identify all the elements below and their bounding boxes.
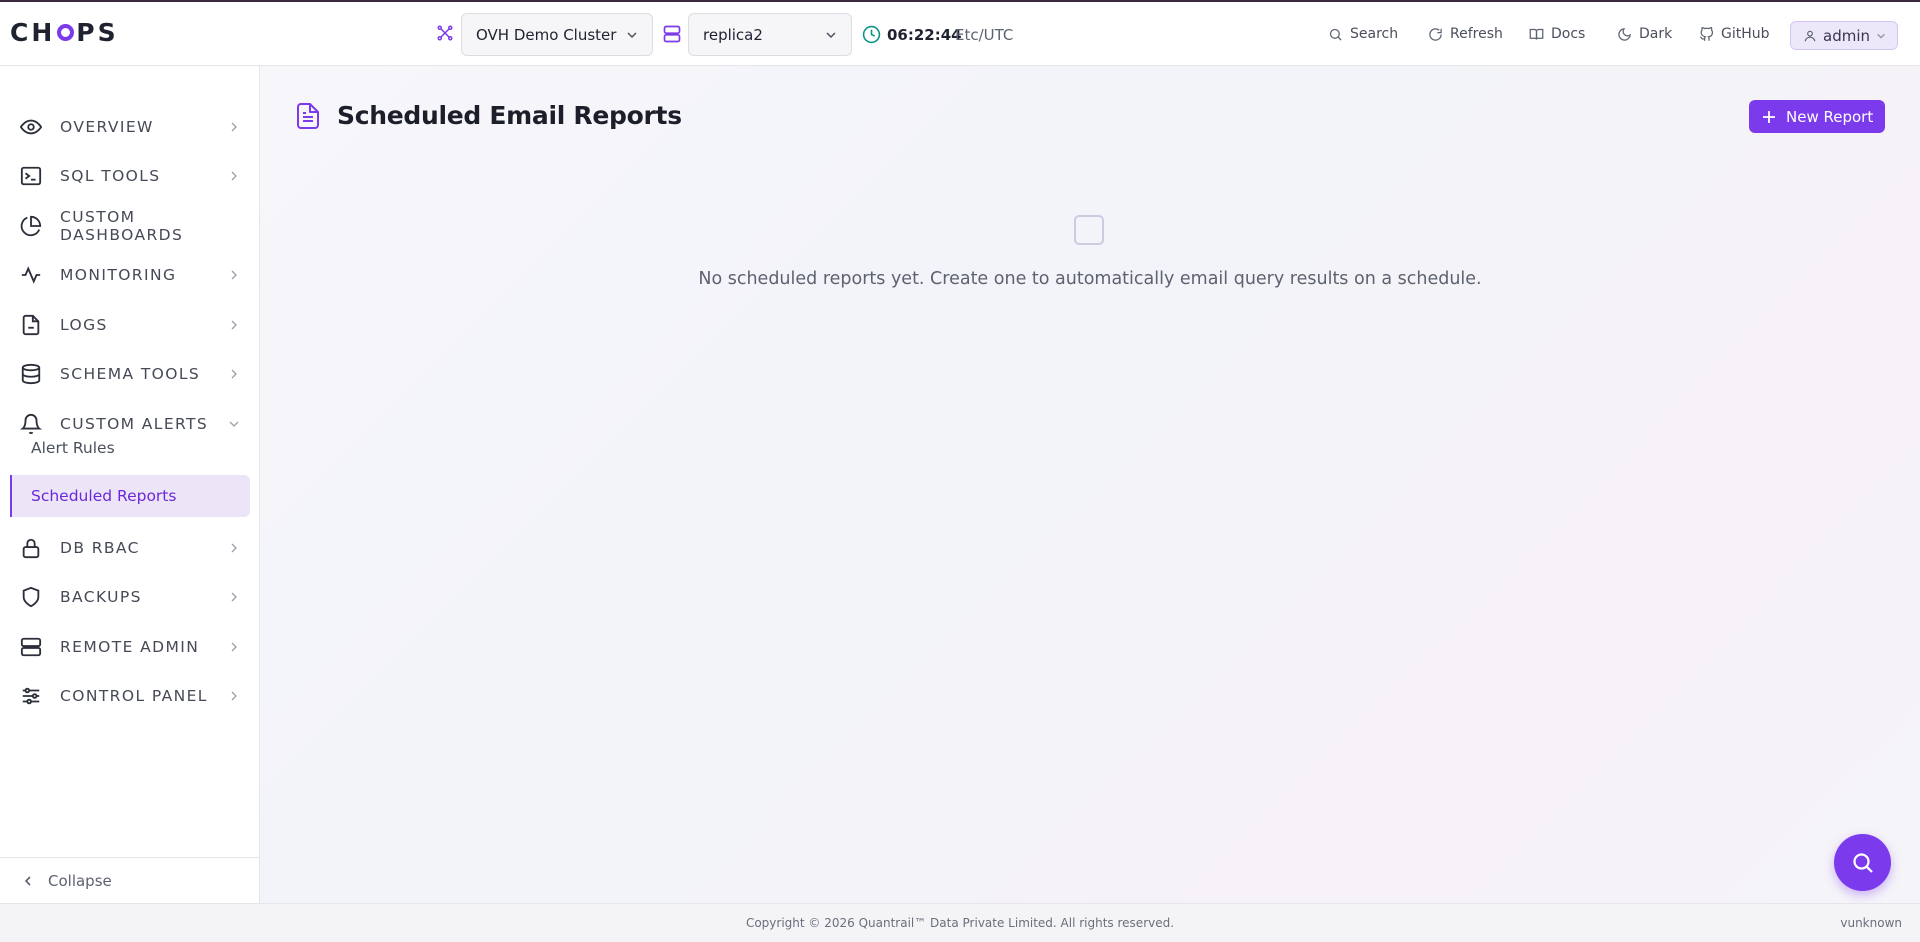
docs-button-label: Docs — [1551, 26, 1586, 42]
version-label: vunknown — [1840, 916, 1902, 930]
clock-icon — [862, 25, 881, 44]
sidebar-item-control-panel[interactable]: CONTROL PANEL — [0, 674, 259, 718]
sidebar-item-label: BACKUPS — [60, 588, 142, 606]
sidebar-item-logs[interactable]: LOGS — [0, 303, 259, 347]
github-icon — [1699, 26, 1714, 41]
sidebar-item-label: MONITORING — [60, 266, 177, 284]
chevron-right-icon — [231, 592, 237, 602]
refresh-icon — [1429, 27, 1442, 41]
new-report-button[interactable]: New Report — [1749, 100, 1885, 133]
sidebar-item-label: REMOTE ADMIN — [60, 638, 200, 656]
server-icon — [663, 25, 681, 43]
sliders-icon — [22, 687, 40, 705]
timezone-label: Etc/UTC — [955, 26, 1014, 44]
new-report-label: New Report — [1786, 107, 1874, 126]
chevron-right-icon — [231, 320, 237, 330]
docs-button[interactable]: Docs — [1529, 26, 1585, 42]
logo-text-start: CH — [10, 17, 56, 47]
sidebar: OVERVIEW SQL TOOLS CUSTOM DASHBOARDS MON… — [0, 66, 260, 903]
cluster-select-value: OVH Demo Cluster — [476, 25, 617, 44]
database-icon — [21, 363, 41, 385]
user-menu[interactable]: admin — [1790, 21, 1898, 50]
empty-state-message: No scheduled reports yet. Create one to … — [698, 269, 1482, 289]
floating-search-button[interactable] — [1834, 834, 1891, 891]
sidebar-item-label: LOGS — [60, 316, 108, 334]
sidebar-item-schema-tools[interactable]: SCHEMA TOOLS — [0, 352, 259, 396]
cluster-select[interactable]: OVH Demo Cluster — [461, 13, 653, 56]
sidebar-item-label: DB RBAC — [60, 539, 140, 557]
sidebar-item-monitoring[interactable]: MONITORING — [0, 253, 259, 297]
collapse-sidebar-button[interactable]: Collapse — [0, 857, 259, 903]
replica-select[interactable]: replica2 — [688, 13, 852, 56]
shield-icon — [22, 586, 40, 608]
chevron-right-icon — [231, 642, 237, 652]
chevron-down-icon — [826, 32, 836, 39]
github-button[interactable]: GitHub — [1699, 26, 1770, 42]
top-header: CH PS OVH Demo Cluster replica2 06:22:44… — [0, 2, 1920, 66]
chevron-right-icon — [231, 369, 237, 379]
refresh-button-label: Refresh — [1450, 26, 1503, 42]
chevron-left-icon — [24, 875, 31, 886]
chevron-right-icon — [231, 543, 237, 553]
github-button-label: GitHub — [1721, 26, 1770, 42]
chevron-right-icon — [231, 691, 237, 701]
sidebar-subitem-label: Scheduled Reports — [31, 487, 177, 505]
sidebar-item-label: SQL TOOLS — [60, 167, 161, 185]
current-time: 06:22:44 — [887, 26, 962, 44]
document-icon — [297, 103, 319, 129]
sidebar-item-label: OVERVIEW — [60, 118, 154, 136]
eye-icon — [20, 119, 42, 135]
plus-icon — [1763, 110, 1775, 123]
lock-icon — [22, 538, 40, 559]
sidebar-item-db-rbac[interactable]: DB RBAC — [0, 526, 259, 570]
logo-text-end: PS — [76, 17, 119, 47]
chevron-down-icon — [1877, 33, 1885, 39]
sidebar-item-custom-dashboards[interactable]: CUSTOM DASHBOARDS — [0, 204, 259, 248]
server-icon — [20, 637, 42, 657]
dark-mode-button-label: Dark — [1639, 26, 1673, 42]
chevron-right-icon — [231, 270, 237, 280]
sidebar-item-label: SCHEMA TOOLS — [60, 365, 201, 383]
dark-mode-button[interactable]: Dark — [1617, 26, 1672, 42]
footer: Copyright © 2026 Quantrail™ Data Private… — [0, 903, 1920, 942]
sidebar-item-label: CUSTOM DASHBOARDS — [60, 208, 184, 244]
sidebar-item-label: CONTROL PANEL — [60, 687, 208, 705]
sidebar-subitem-label: Alert Rules — [31, 439, 115, 457]
sidebar-item-remote-admin[interactable]: REMOTE ADMIN — [0, 625, 259, 669]
user-name: admin — [1823, 26, 1870, 45]
pie-chart-icon — [20, 215, 42, 237]
search-button-label: Search — [1350, 26, 1399, 42]
terminal-icon — [20, 166, 42, 186]
replica-select-value: replica2 — [703, 25, 763, 44]
user-icon — [1804, 30, 1816, 41]
sidebar-subitem-scheduled-reports[interactable]: Scheduled Reports — [10, 475, 250, 517]
empty-state-icon — [1074, 215, 1104, 245]
moon-icon — [1618, 27, 1631, 41]
search-button[interactable]: Search — [1328, 26, 1398, 42]
app-logo[interactable]: CH PS — [10, 17, 119, 47]
sidebar-subitem-alert-rules[interactable]: Alert Rules — [10, 427, 250, 469]
sidebar-item-sql-tools[interactable]: SQL TOOLS — [0, 154, 259, 198]
refresh-button[interactable]: Refresh — [1428, 26, 1503, 42]
chevron-down-icon — [627, 32, 637, 39]
copyright-text: Copyright © 2026 Quantrail™ Data Private… — [745, 916, 1175, 930]
activity-icon — [21, 266, 41, 284]
sidebar-item-overview[interactable]: OVERVIEW — [0, 105, 259, 149]
search-icon — [1329, 28, 1342, 41]
page-title: Scheduled Email Reports — [337, 101, 682, 130]
file-icon — [22, 314, 40, 336]
cluster-icon — [437, 25, 453, 41]
sidebar-item-backups[interactable]: BACKUPS — [0, 575, 259, 619]
chevron-right-icon — [231, 122, 237, 132]
logo-o-icon — [57, 23, 75, 41]
search-icon — [1852, 852, 1873, 873]
main-content: Scheduled Email Reports New Report No sc… — [260, 66, 1920, 903]
book-icon — [1529, 28, 1544, 40]
collapse-label: Collapse — [48, 871, 112, 890]
chevron-right-icon — [231, 171, 237, 181]
